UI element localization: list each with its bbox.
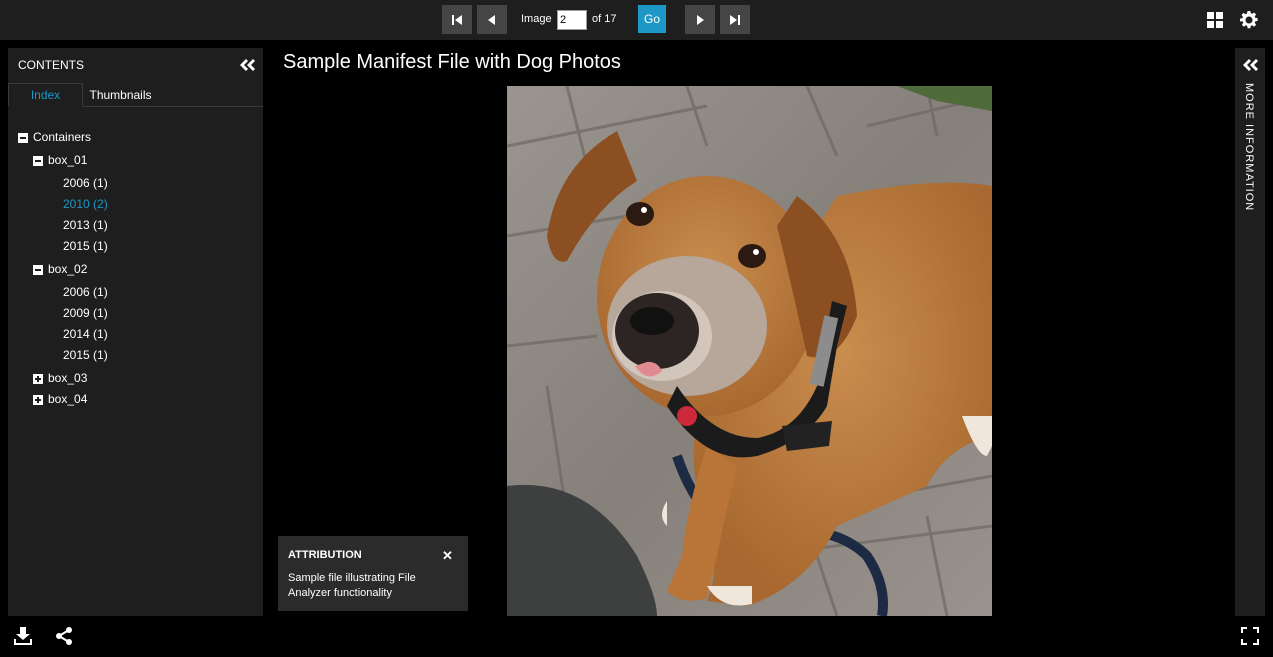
previous-icon [488,14,495,25]
image-number-input[interactable] [557,10,587,30]
tab-index[interactable]: Index [8,83,83,107]
gallery-view-button[interactable] [1206,11,1224,29]
go-button[interactable]: Go [638,5,666,33]
expand-toggle-icon[interactable] [33,374,43,384]
dog-photo-illustration [507,86,992,616]
more-information-label[interactable]: MORE INFORMATION [1243,83,1255,211]
tree-node-containers[interactable]: Containers [33,130,91,144]
top-toolbar: Image of 17 Go [0,0,1273,40]
more-information-panel[interactable]: MORE INFORMATION [1235,48,1265,616]
skip-last-icon [730,14,740,25]
tree-leaf[interactable]: 2009 (1) [63,306,108,320]
expand-toggle-icon[interactable] [33,395,43,405]
settings-button[interactable] [1240,11,1258,29]
tree-node-box-04[interactable]: box_04 [48,392,87,406]
double-chevron-left-icon [1243,59,1258,71]
collapse-toggle-icon[interactable] [18,133,28,143]
tree-node-box-03[interactable]: box_03 [48,371,87,385]
download-icon [14,627,32,645]
tree-leaf[interactable]: 2006 (1) [63,285,108,299]
tree-leaf-selected[interactable]: 2010 (2) [63,197,108,211]
attribution-box: ATTRIBUTION ✕ Sample file illustrating F… [278,536,468,611]
contents-tabs: Index Thumbnails [8,83,263,107]
tree-node-box-01[interactable]: box_01 [48,153,87,167]
tree-leaf[interactable]: 2006 (1) [63,176,108,190]
download-button[interactable] [13,626,33,646]
share-icon [56,627,72,645]
tree-leaf[interactable]: 2015 (1) [63,239,108,253]
image-count-label: of 17 [592,13,617,25]
contents-panel: CONTENTS Index Thumbnails Containers box… [8,48,263,616]
last-image-button[interactable] [720,5,750,34]
tree-leaf[interactable]: 2013 (1) [63,218,108,232]
collapse-contents-button[interactable] [239,58,255,72]
fullscreen-button[interactable] [1240,626,1260,646]
gear-icon [1240,11,1258,29]
tree-leaf[interactable]: 2014 (1) [63,327,108,341]
tree-node-box-02[interactable]: box_02 [48,262,87,276]
double-chevron-left-icon [240,59,255,71]
skip-first-icon [452,14,462,25]
collapse-toggle-icon[interactable] [33,265,43,275]
attribution-text: Sample file illustrating File Analyzer f… [288,572,416,599]
share-button[interactable] [54,626,74,646]
tab-thumbnails[interactable]: Thumbnails [83,83,158,107]
grid-icon [1207,12,1223,28]
dog-photo[interactable] [507,86,992,616]
first-image-button[interactable] [442,5,472,34]
close-icon[interactable]: ✕ [442,548,453,564]
next-image-button[interactable] [685,5,715,34]
expand-more-information-button[interactable] [1242,58,1258,72]
attribution-title: ATTRIBUTION [288,549,362,561]
next-icon [697,14,704,25]
image-label: Image [521,13,552,25]
fullscreen-icon [1241,627,1259,645]
collapse-toggle-icon[interactable] [33,156,43,166]
tree-leaf[interactable]: 2015 (1) [63,348,108,362]
page-title: Sample Manifest File with Dog Photos [283,51,621,73]
contents-title: CONTENTS [18,58,84,72]
previous-image-button[interactable] [477,5,507,34]
